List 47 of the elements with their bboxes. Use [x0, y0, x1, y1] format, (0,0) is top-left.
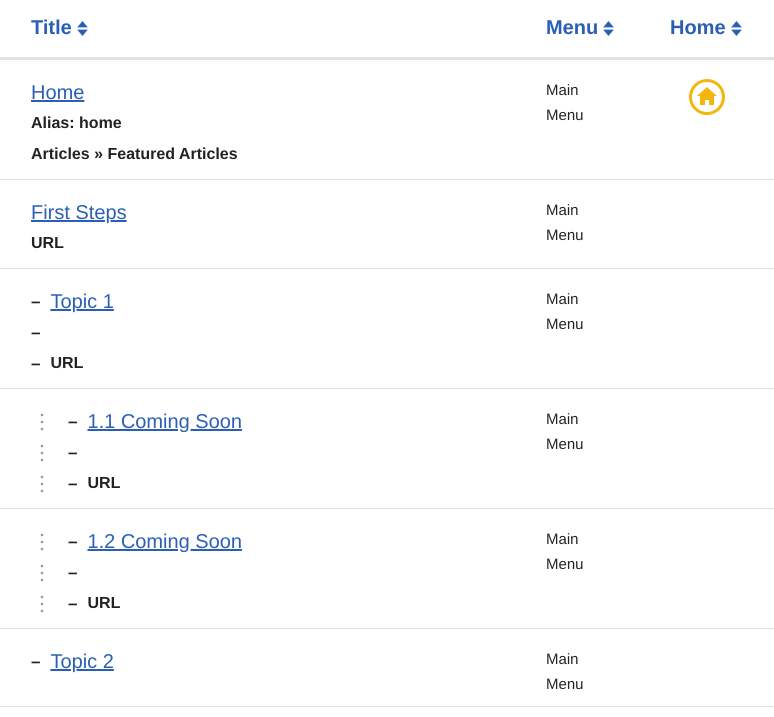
- menu-name: Menu: [546, 226, 585, 246]
- menu-name: Menu: [546, 675, 585, 695]
- item-title-link[interactable]: Topic 2: [50, 650, 114, 674]
- menu-name: Main: [546, 530, 580, 550]
- home-icon[interactable]: [688, 78, 726, 116]
- sort-header[interactable]: Menu: [546, 17, 614, 40]
- drag-handle-icon[interactable]: [40, 412, 44, 432]
- item-detail: URL: [87, 474, 120, 492]
- item-detail: Articles » Featured Articles: [31, 146, 238, 164]
- menu-name: Menu: [546, 106, 585, 126]
- level-dash: –: [68, 442, 78, 462]
- item-title-link[interactable]: Home: [31, 82, 84, 104]
- item-title-link[interactable]: Topic 1: [50, 290, 114, 314]
- sort-header[interactable]: Home: [670, 17, 742, 40]
- level-dash: –: [31, 322, 40, 342]
- menu-name: Main: [546, 81, 580, 101]
- drag-handle-icon[interactable]: [40, 562, 44, 582]
- menu-name: Menu: [546, 315, 585, 335]
- drag-handle-icon[interactable]: [40, 442, 44, 462]
- item-detail: URL: [87, 594, 120, 612]
- level-dash: –: [68, 412, 78, 432]
- sort-icon: [76, 21, 88, 36]
- drag-handle-icon[interactable]: [40, 474, 44, 494]
- level-dash: –: [68, 562, 78, 582]
- menu-name: Menu: [546, 435, 585, 455]
- item-title-link[interactable]: 1.2 Coming Soon: [87, 530, 242, 554]
- menu-name: Main: [546, 410, 580, 430]
- level-dash: –: [68, 474, 78, 494]
- sort-icon: [730, 21, 742, 36]
- item-title-link[interactable]: 1.1 Coming Soon: [87, 410, 242, 434]
- item-detail: URL: [31, 234, 64, 252]
- menu-name: Main: [546, 290, 580, 310]
- drag-handle-icon[interactable]: [40, 594, 44, 614]
- item-detail: URL: [50, 354, 84, 372]
- sort-header[interactable]: Title: [31, 17, 88, 40]
- level-dash: –: [68, 594, 78, 614]
- level-dash: –: [31, 652, 40, 672]
- item-title-link[interactable]: First Steps: [31, 202, 127, 224]
- drag-handle-icon[interactable]: [40, 532, 44, 552]
- level-dash: –: [31, 354, 40, 374]
- item-detail: Alias: home: [31, 114, 122, 132]
- menu-name: Main: [546, 201, 580, 221]
- sort-icon: [603, 21, 614, 36]
- menu-name: Menu: [546, 555, 585, 575]
- menu-name: Main: [546, 650, 580, 670]
- level-dash: –: [31, 292, 40, 312]
- level-dash: –: [68, 532, 78, 552]
